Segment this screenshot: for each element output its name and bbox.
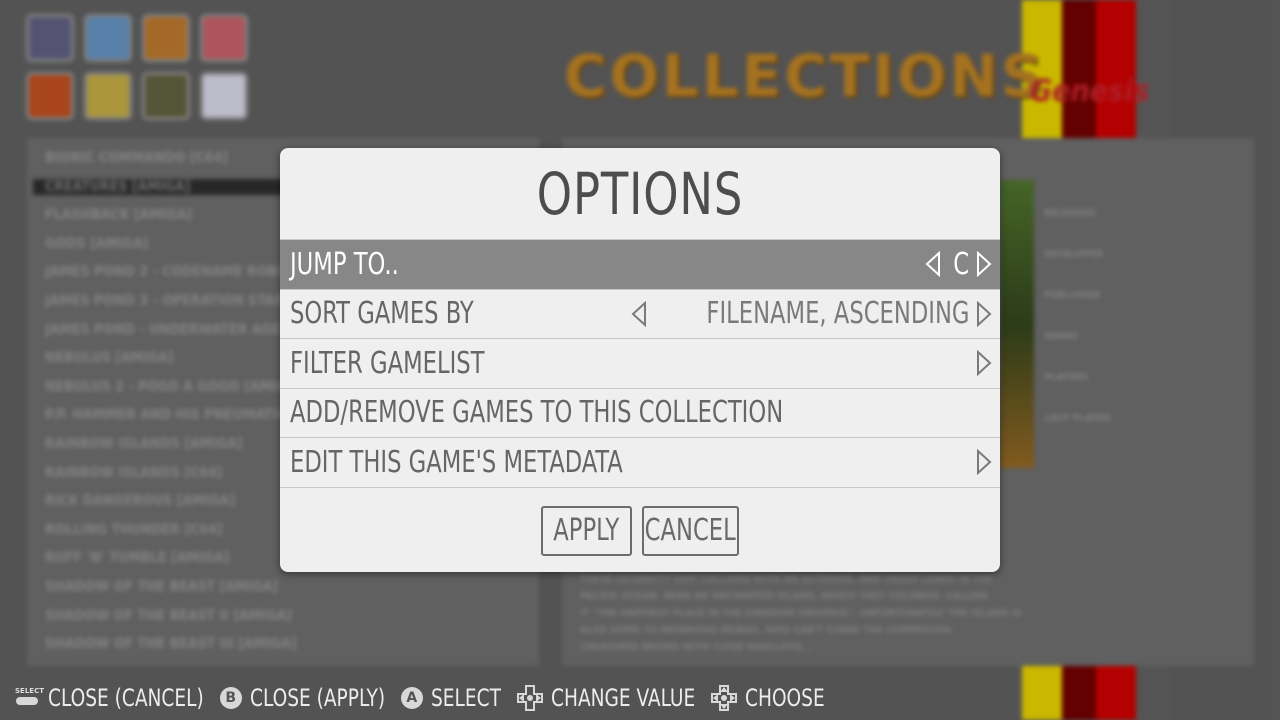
- option-row[interactable]: JUMP TO.. C: [280, 239, 1000, 289]
- help-bar: SELECT CLOSE (CANCEL) B CLOSE (APPLY) A SELEC…: [14, 680, 841, 716]
- help-item: CHANGE VALUE: [516, 684, 695, 712]
- arrow-left-icon[interactable]: [629, 300, 649, 328]
- option-control: FILENAME, ASCENDING: [629, 290, 994, 339]
- option-value: FILENAME, ASCENDING: [706, 296, 970, 332]
- arrow-right-icon[interactable]: [974, 349, 994, 377]
- option-row[interactable]: EDIT THIS GAME'S METADATA: [280, 437, 1000, 487]
- help-label: CLOSE (CANCEL): [48, 684, 204, 712]
- option-control: [974, 339, 994, 388]
- arrow-right-icon[interactable]: [974, 300, 994, 328]
- b-button-icon: B: [219, 687, 242, 709]
- help-label: CHANGE VALUE: [550, 684, 695, 712]
- help-label: CLOSE (APPLY): [249, 684, 385, 712]
- apply-button-label: APPLY: [553, 513, 620, 548]
- option-row[interactable]: FILTER GAMELIST: [280, 338, 1000, 388]
- option-row[interactable]: ADD/REMOVE GAMES TO THIS COLLECTION: [280, 387, 1000, 438]
- option-value: C: [953, 246, 970, 282]
- help-label: SELECT: [430, 684, 501, 712]
- option-control: C: [923, 240, 994, 289]
- help-item: SELECT CLOSE (CANCEL): [14, 684, 204, 712]
- dialog-title: OPTIONS: [536, 160, 744, 228]
- select-button-icon: SELECT: [14, 687, 44, 709]
- option-label: FILTER GAMELIST: [290, 345, 485, 381]
- arrow-right-icon[interactable]: [974, 448, 994, 476]
- help-item: CHOOSE: [710, 684, 825, 712]
- option-label: JUMP TO..: [290, 246, 399, 282]
- help-item: A SELECT: [400, 684, 501, 712]
- option-label: SORT GAMES BY: [290, 296, 474, 332]
- dialog-button-row: APPLY CANCEL: [280, 486, 1000, 572]
- arrow-right-icon[interactable]: [974, 250, 994, 278]
- help-label: CHOOSE: [744, 684, 825, 712]
- cancel-button-label: CANCEL: [644, 513, 737, 548]
- option-control: [974, 438, 994, 487]
- options-dialog: OPTIONS JUMP TO.. C SORT GAMES BY FILENAME,…: [280, 148, 1000, 572]
- help-item: B CLOSE (APPLY): [219, 684, 385, 712]
- dpad-horizontal-icon: [516, 685, 543, 711]
- option-label: EDIT THIS GAME'S METADATA: [290, 444, 623, 480]
- cancel-button[interactable]: CANCEL: [642, 505, 739, 556]
- a-button-icon: A: [400, 687, 423, 709]
- option-label: ADD/REMOVE GAMES TO THIS COLLECTION: [290, 395, 784, 431]
- option-row[interactable]: SORT GAMES BY FILENAME, ASCENDING: [280, 288, 1000, 339]
- apply-button[interactable]: APPLY: [541, 505, 632, 556]
- arrow-left-icon[interactable]: [923, 250, 943, 278]
- dpad-icon: [710, 685, 737, 711]
